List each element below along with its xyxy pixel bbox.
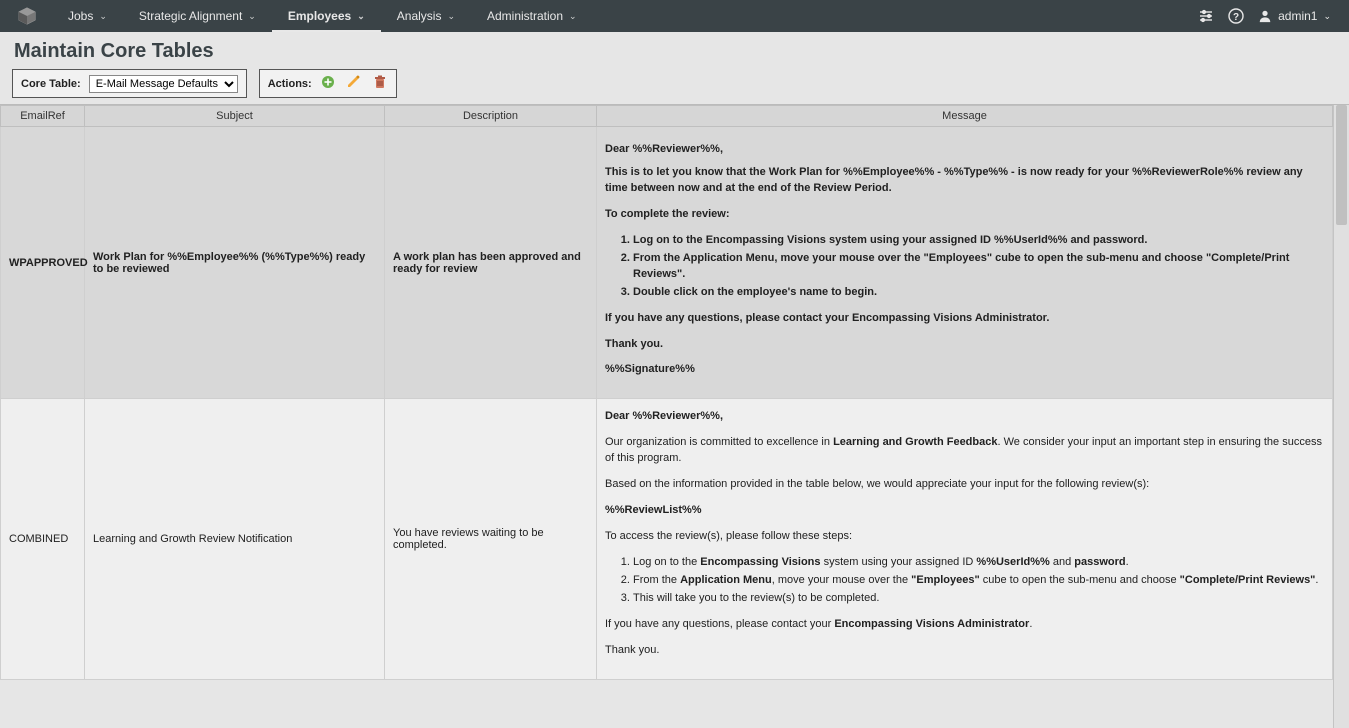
chevron-down-icon: ⌄: [1323, 11, 1331, 22]
list-item: Double click on the employee's name to b…: [633, 285, 1324, 301]
core-table-selector-box: Core Table: E-Mail Message Defaults: [12, 69, 247, 98]
user-menu[interactable]: admin1 ⌄: [1258, 9, 1331, 23]
msg-closing: If you have any questions, please contac…: [605, 311, 1324, 327]
app-logo-icon: [14, 3, 40, 29]
chevron-down-icon: ⌄: [447, 11, 455, 22]
grid-header-row: EmailRef Subject Description Message: [1, 106, 1333, 127]
table-row[interactable]: COMBINED Learning and Growth Review Noti…: [1, 399, 1333, 679]
nav-strategic-alignment[interactable]: Strategic Alignment⌄: [123, 0, 272, 32]
core-table-grid: EmailRef Subject Description Message WPA…: [0, 105, 1333, 680]
actions-label: Actions:: [268, 78, 312, 90]
nav-administration[interactable]: Administration⌄: [471, 0, 593, 32]
msg-closing: If you have any questions, please contac…: [605, 617, 1324, 633]
col-header-message[interactable]: Message: [597, 106, 1333, 127]
cell-emailref: COMBINED: [1, 399, 85, 679]
username-label: admin1: [1278, 9, 1317, 23]
msg-intro: This is to let you know that the Work Pl…: [605, 165, 1324, 197]
table-row[interactable]: WPAPPROVED Work Plan for %%Employee%% (%…: [1, 127, 1333, 399]
chevron-down-icon: ⌄: [248, 11, 256, 22]
cell-subject: Work Plan for %%Employee%% (%%Type%%) re…: [85, 127, 385, 399]
col-header-description[interactable]: Description: [385, 106, 597, 127]
msg-steps-title: To complete the review:: [605, 207, 1324, 223]
edit-pencil-icon[interactable]: [346, 74, 362, 93]
scrollbar-thumb[interactable]: [1336, 105, 1347, 225]
msg-signature: %%Signature%%: [605, 362, 1324, 378]
col-header-emailref[interactable]: EmailRef: [1, 106, 85, 127]
svg-text:?: ?: [1233, 12, 1239, 23]
delete-trash-icon[interactable]: [372, 74, 388, 93]
list-item: Log on to the Encompassing Visions syste…: [633, 555, 1324, 571]
user-icon: [1258, 9, 1272, 23]
chevron-down-icon: ⌄: [99, 11, 107, 22]
nav-jobs[interactable]: Jobs⌄: [52, 0, 123, 32]
top-navbar: Jobs⌄ Strategic Alignment⌄ Employees⌄ An…: [0, 0, 1349, 32]
list-item: This will take you to the review(s) to b…: [633, 591, 1324, 607]
settings-sliders-icon[interactable]: [1198, 8, 1214, 24]
chevron-down-icon: ⌄: [569, 11, 577, 22]
msg-steps: Log on to the Encompassing Visions syste…: [633, 233, 1324, 301]
msg-intro: Our organization is committed to excelle…: [605, 435, 1324, 467]
toolbar: Core Table: E-Mail Message Defaults Acti…: [0, 69, 1349, 104]
msg-greeting: Dear %%Reviewer%%,: [605, 143, 1324, 155]
vertical-scrollbar[interactable]: [1333, 105, 1349, 728]
chevron-down-icon: ⌄: [357, 11, 365, 22]
list-item: From the Application Menu, move your mou…: [633, 251, 1324, 283]
nav-employees[interactable]: Employees⌄: [272, 0, 381, 32]
cell-description: A work plan has been approved and ready …: [385, 127, 597, 399]
msg-steps-title: To access the review(s), please follow t…: [605, 529, 1324, 545]
help-icon[interactable]: ?: [1228, 8, 1244, 24]
core-table-select[interactable]: E-Mail Message Defaults: [89, 75, 238, 93]
cell-description: You have reviews waiting to be completed…: [385, 399, 597, 679]
cell-message: Dear %%Reviewer%%, Our organization is c…: [597, 399, 1333, 679]
msg-thanks: Thank you.: [605, 337, 1324, 353]
grid-wrapper: EmailRef Subject Description Message WPA…: [0, 104, 1349, 728]
msg-steps: Log on to the Encompassing Visions syste…: [633, 555, 1324, 607]
msg-based: Based on the information provided in the…: [605, 477, 1324, 493]
page-body: Maintain Core Tables Core Table: E-Mail …: [0, 32, 1349, 728]
cell-message: Dear %%Reviewer%%, This is to let you kn…: [597, 127, 1333, 399]
add-icon[interactable]: [320, 74, 336, 93]
actions-box: Actions:: [259, 69, 397, 98]
list-item: From the Application Menu, move your mou…: [633, 573, 1324, 589]
core-table-label: Core Table:: [21, 78, 81, 90]
col-header-subject[interactable]: Subject: [85, 106, 385, 127]
page-title: Maintain Core Tables: [0, 32, 1349, 69]
msg-reviewlist: %%ReviewList%%: [605, 504, 702, 516]
msg-thanks: Thank you.: [605, 643, 1324, 659]
nav-analysis[interactable]: Analysis⌄: [381, 0, 471, 32]
cell-subject: Learning and Growth Review Notification: [85, 399, 385, 679]
nav-right: ? admin1 ⌄: [1198, 8, 1349, 24]
nav-items: Jobs⌄ Strategic Alignment⌄ Employees⌄ An…: [52, 0, 593, 32]
msg-greeting: Dear %%Reviewer%%,: [605, 410, 723, 422]
cell-emailref: WPAPPROVED: [1, 127, 85, 399]
list-item: Log on to the Encompassing Visions syste…: [633, 233, 1324, 249]
